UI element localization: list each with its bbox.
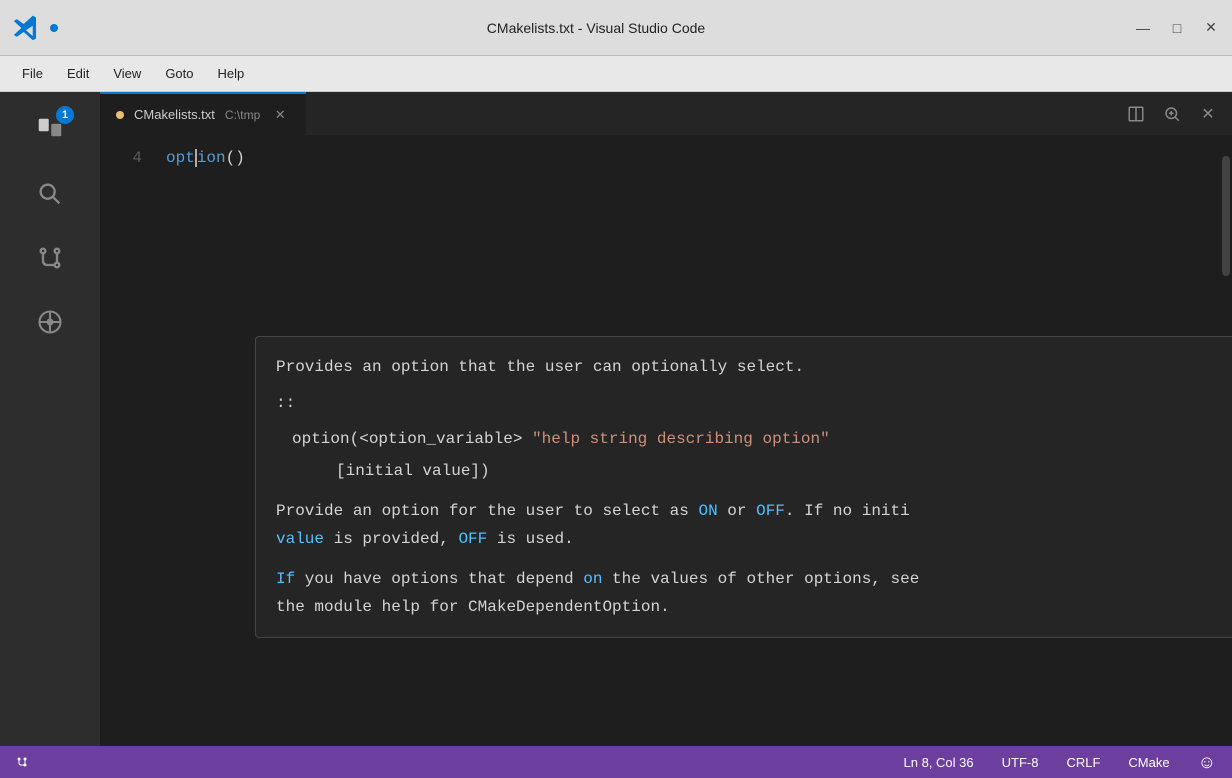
encoding[interactable]: UTF-8 [998,755,1043,770]
doc-desc1: Provide an option for the user to select… [276,497,1232,525]
doc-desc2: value is provided, OFF is used. [276,525,1232,553]
explorer-badge: 1 [56,106,74,124]
menu-goto[interactable]: Goto [155,62,203,85]
doc-desc3-on: on [583,570,602,588]
title-bar-title: CMakelists.txt - Visual Studio Code [68,20,1124,36]
doc-code-line2: [initial value]) [336,457,1232,485]
open-changes-button[interactable] [1156,98,1188,130]
doc-desc2-off: OFF [458,530,487,548]
doc-desc1-or: or [727,502,746,520]
doc-popup: Provides an option that the user can opt… [255,336,1232,638]
status-bar-left [12,752,32,772]
scrollbar-thumb[interactable] [1222,156,1230,276]
doc-code-line1: option(<option_variable> "help string de… [292,425,1232,453]
activity-extensions[interactable] [20,292,80,352]
doc-desc2-mid: is provided, [324,530,458,548]
tab-close-button[interactable]: ✕ [270,105,290,125]
title-bar: CMakelists.txt - Visual Studio Code — □ … [0,0,1232,56]
main-area: 1 [0,92,1232,746]
title-bar-controls: — □ ✕ [1134,19,1220,37]
tab-path: C:\tmp [225,108,260,122]
cursor-position[interactable]: Ln 8, Col 36 [900,755,978,770]
code-line-4: option() [166,144,1220,172]
status-bar: Ln 8, Col 36 UTF-8 CRLF CMake ☺ [0,746,1232,778]
code-keyword-option: opt [166,144,195,172]
line-ending[interactable]: CRLF [1062,755,1104,770]
doc-desc3-mid1: you have options that depend [295,570,583,588]
doc-desc3-if: If [276,570,295,588]
doc-desc1-on: ON [698,502,717,520]
tab-actions: ✕ [1120,98,1232,130]
doc-desc1-pre: Provide an option for the user to select… [276,502,698,520]
language-mode[interactable]: CMake [1124,755,1173,770]
doc-desc1-off: OFF [756,502,785,520]
line-numbers: 4 [100,136,150,746]
doc-code-pre: option(<option_variable> [292,430,532,448]
tab-modified-dot [116,111,124,119]
doc-desc3-mid2: the values of other options, see [602,570,919,588]
menu-view[interactable]: View [103,62,151,85]
code-parens: () [226,144,245,172]
doc-desc3: If you have options that depend on the v… [276,565,1232,593]
extensions-icon [32,304,68,340]
git-icon [32,240,68,276]
doc-separator: :: [276,389,1232,417]
doc-desc1-space2 [746,502,756,520]
vscode-logo-icon [12,14,40,42]
close-editor-button[interactable]: ✕ [1192,98,1224,130]
git-branch-icon[interactable] [12,752,32,772]
menu-help[interactable]: Help [208,62,255,85]
editor-area: CMakelists.txt C:\tmp ✕ [100,92,1232,746]
smiley-icon[interactable]: ☺ [1194,752,1220,773]
menu-file[interactable]: File [12,62,53,85]
doc-desc1-space1 [718,502,728,520]
doc-desc1-post: . If no initi [785,502,910,520]
menu-edit[interactable]: Edit [57,62,99,85]
maximize-button[interactable]: □ [1168,19,1186,37]
editor-content[interactable]: 4 option() Provides an option that the u… [100,136,1232,746]
search-icon [32,176,68,212]
activity-explorer[interactable]: 1 [20,100,80,160]
activity-search[interactable] [20,164,80,224]
title-bar-dot [50,24,58,32]
doc-line-provides: Provides an option that the user can opt… [276,353,1232,381]
activity-source-control[interactable] [20,228,80,288]
status-bar-right: Ln 8, Col 36 UTF-8 CRLF CMake ☺ [900,752,1220,773]
line-number-4: 4 [112,144,142,172]
close-button[interactable]: ✕ [1202,19,1220,37]
code-keyword-option2: ion [197,144,226,172]
activity-bar: 1 [0,92,100,746]
split-editor-button[interactable] [1120,98,1152,130]
doc-code-string: "help string describing option" [532,430,830,448]
minimize-button[interactable]: — [1134,19,1152,37]
tab-bar: CMakelists.txt C:\tmp ✕ [100,92,1232,136]
tab-filename: CMakelists.txt [134,107,215,122]
menu-bar: File Edit View Goto Help [0,56,1232,92]
active-tab[interactable]: CMakelists.txt C:\tmp ✕ [100,92,306,136]
doc-desc2-value: value [276,530,324,548]
doc-desc2-post: is used. [487,530,573,548]
doc-desc4: the module help for CMakeDependentOption… [276,593,1232,621]
